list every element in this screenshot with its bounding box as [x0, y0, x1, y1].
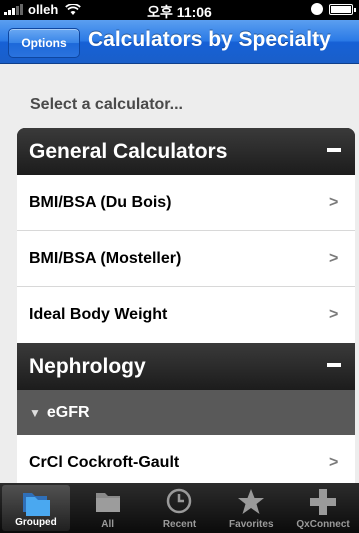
- item-label: Ideal Body Weight: [29, 306, 168, 323]
- tab-qxconnect[interactable]: QxConnect: [287, 483, 359, 533]
- battery-icon: [329, 3, 356, 15]
- collapse-icon[interactable]: [327, 363, 341, 367]
- folder-icon: [95, 493, 120, 512]
- plus-icon: [310, 489, 337, 515]
- collapse-icon[interactable]: [327, 148, 341, 152]
- tab-recent[interactable]: Recent: [144, 483, 216, 533]
- list-item[interactable]: BMI/BSA (Mosteller) >: [17, 231, 355, 287]
- tab-label: QxConnect: [296, 519, 350, 530]
- tab-label: Recent: [162, 519, 197, 530]
- tab-grouped[interactable]: Grouped: [2, 485, 70, 531]
- status-right: [311, 3, 356, 15]
- page-title: Calculators by Specialty: [88, 28, 331, 51]
- section-title: Nephrology: [29, 354, 146, 378]
- chevron-right-icon: >: [329, 194, 339, 211]
- chevron-right-icon: >: [329, 454, 339, 471]
- status-time: 오후 11:06: [147, 4, 212, 20]
- tab-label: All: [101, 519, 115, 530]
- section-header-nephrology[interactable]: Nephrology: [17, 343, 355, 390]
- list-item[interactable]: BMI/BSA (Du Bois) >: [17, 175, 355, 231]
- group-title: eGFR: [46, 403, 90, 421]
- list-item[interactable]: Ideal Body Weight >: [17, 287, 355, 343]
- list-item[interactable]: CrCl Cockroft-Gault >: [17, 435, 355, 483]
- select-prompt: Select a calculator...: [30, 96, 183, 113]
- chevron-right-icon: >: [329, 306, 339, 323]
- group-header-egfr[interactable]: ▼ eGFR: [17, 390, 355, 435]
- options-button[interactable]: Options: [8, 28, 80, 58]
- navigation-bar: Options Calculators by Specialty: [0, 20, 359, 64]
- alarm-icon: [311, 3, 323, 15]
- tab-all[interactable]: All: [72, 483, 144, 533]
- folders-icon: [22, 493, 50, 516]
- chevron-right-icon: >: [329, 250, 339, 267]
- section-title: General Calculators: [29, 139, 228, 163]
- calculator-list: General Calculators BMI/BSA (Du Bois) > …: [17, 128, 355, 483]
- tab-label: Favorites: [229, 519, 274, 530]
- item-label: BMI/BSA (Du Bois): [29, 193, 172, 211]
- clock-icon: [167, 488, 192, 514]
- tab-bar: Grouped All Recent Favorites QxConnect: [0, 483, 359, 533]
- tab-favorites[interactable]: Favorites: [215, 483, 287, 533]
- triangle-down-icon: ▼: [29, 405, 41, 420]
- item-label: CrCl Cockroft-Gault: [29, 453, 180, 471]
- section-header-general[interactable]: General Calculators: [17, 128, 355, 175]
- item-label: BMI/BSA (Mosteller): [29, 249, 182, 267]
- star-icon: [238, 489, 265, 514]
- status-bar: olleh 오후 11:06: [0, 0, 359, 20]
- content-area[interactable]: Select a calculator... General Calculato…: [0, 64, 359, 483]
